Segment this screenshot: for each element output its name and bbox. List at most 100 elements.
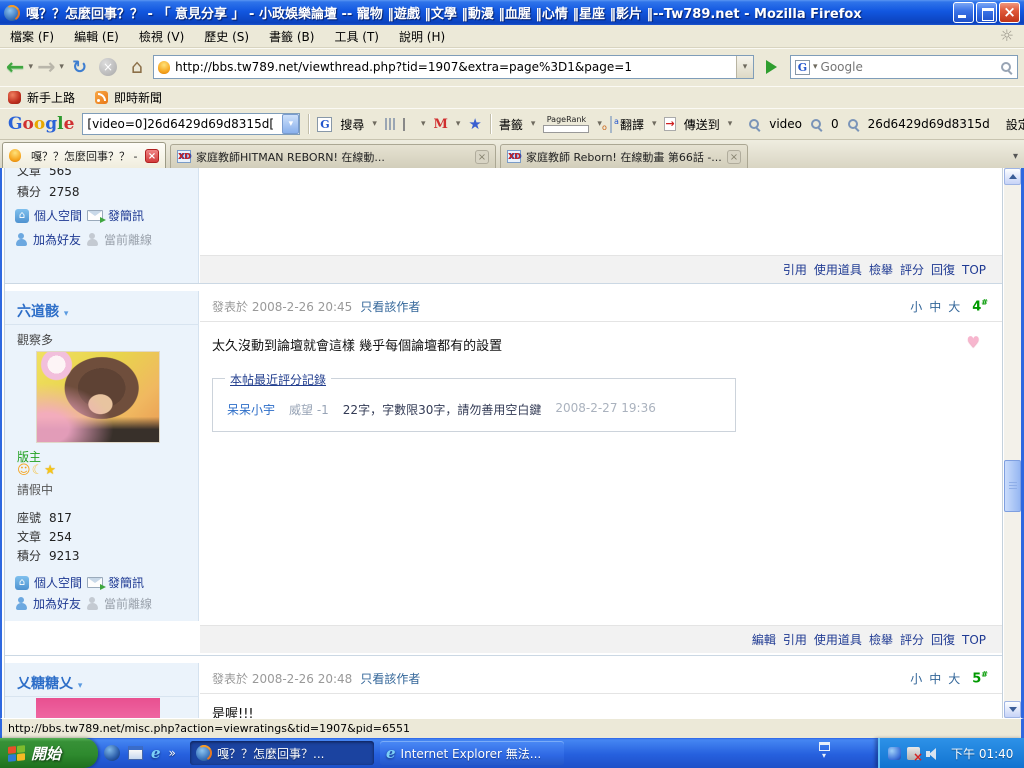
stop-button[interactable] xyxy=(99,58,117,76)
size-medium-link[interactable]: 中 xyxy=(929,298,941,315)
tab-thread[interactable]: 嘎？？怎麼回事？？ - 「 意見... xyxy=(2,142,166,168)
quick-launch-ie-icon[interactable] xyxy=(151,744,161,762)
reply-link[interactable]: 回復 xyxy=(931,631,955,648)
search-input[interactable] xyxy=(821,60,997,74)
menu-edit[interactable]: 編輯 (E) xyxy=(74,28,119,45)
translate-button[interactable]: 翻譯 xyxy=(620,116,644,133)
size-small-link[interactable]: 小 xyxy=(910,670,922,687)
start-button[interactable]: 開始 xyxy=(0,738,98,768)
gmail-icon[interactable] xyxy=(433,117,447,132)
disconnected-tray-icon[interactable] xyxy=(907,747,920,760)
only-author-link[interactable]: 只看該作者 xyxy=(360,670,420,687)
report-link[interactable]: 檢舉 xyxy=(869,261,893,278)
url-input[interactable] xyxy=(175,57,736,77)
reply-link[interactable]: 回復 xyxy=(931,261,955,278)
add-friend-link[interactable]: 加為好友 xyxy=(33,595,81,612)
toolbar-settings-button[interactable]: 設定 xyxy=(1006,116,1024,133)
top-link[interactable]: TOP xyxy=(962,633,986,647)
toolbar-search-button[interactable]: 搜尋 xyxy=(340,116,364,133)
floor-number[interactable]: 5# xyxy=(972,670,988,686)
menu-bookmarks[interactable]: 書籤 (B) xyxy=(269,28,314,45)
rate-heart-icon[interactable] xyxy=(967,333,980,351)
personal-space-link[interactable]: 個人空間 xyxy=(34,574,82,591)
search-icon[interactable] xyxy=(1000,61,1013,74)
rating-user-link[interactable]: 呆呆小宇 xyxy=(227,401,275,418)
apps-dropdown[interactable]: ▾ xyxy=(421,119,426,129)
search-options-dropdown[interactable]: ▾ xyxy=(372,119,377,129)
author-name-link[interactable]: 乂糖糖乂 ▾ xyxy=(17,673,82,693)
bookmark-latest-news[interactable]: 即時新聞 xyxy=(114,89,162,106)
tab-list-dropdown[interactable]: ▾ xyxy=(1013,151,1022,162)
url-dropdown[interactable]: ▾ xyxy=(736,56,753,78)
toolbar-search-input[interactable] xyxy=(83,117,282,131)
tab-close-icon[interactable] xyxy=(145,149,159,163)
personal-space-link[interactable]: 個人空間 xyxy=(34,207,82,224)
send-to-button[interactable]: 傳送到 xyxy=(684,116,720,133)
find-word-hash[interactable]: 26d6429d69d8315d xyxy=(868,117,990,131)
menu-view[interactable]: 檢視 (V) xyxy=(139,28,184,45)
quote-link[interactable]: 引用 xyxy=(783,261,807,278)
photos-icon[interactable] xyxy=(403,118,405,131)
back-button[interactable]: ← xyxy=(6,55,24,80)
messenger-tray-icon[interactable] xyxy=(888,747,901,760)
report-link[interactable]: 檢舉 xyxy=(869,631,893,648)
author-name-link[interactable]: 六道骸 ▾ xyxy=(17,301,68,321)
menu-help[interactable]: 說明 (H) xyxy=(399,28,445,45)
add-friend-link[interactable]: 加為好友 xyxy=(33,231,81,248)
rate-link[interactable]: 評分 xyxy=(900,631,924,648)
toolbar-search-dropdown[interactable] xyxy=(282,114,299,134)
quick-launch-browser-icon[interactable] xyxy=(104,745,120,761)
send-message-link[interactable]: 發簡訊 xyxy=(108,574,144,591)
quote-link[interactable]: 引用 xyxy=(783,631,807,648)
back-history-dropdown[interactable]: ▾ xyxy=(28,62,33,72)
close-button[interactable] xyxy=(999,2,1020,23)
scroll-thumb[interactable] xyxy=(1004,460,1021,512)
vertical-scrollbar[interactable] xyxy=(1004,168,1021,718)
reload-button[interactable]: ↻ xyxy=(72,57,87,78)
gmail-dropdown[interactable]: ▾ xyxy=(456,119,461,129)
split-search-icon[interactable] xyxy=(385,117,395,131)
quick-launch-desktop-icon[interactable] xyxy=(128,746,143,760)
tab-close-icon[interactable] xyxy=(727,150,741,164)
bookmarks-dropdown[interactable]: ▾ xyxy=(531,119,536,129)
use-item-link[interactable]: 使用道具 xyxy=(814,631,862,648)
top-link[interactable]: TOP xyxy=(962,263,986,277)
restore-button[interactable] xyxy=(976,2,997,23)
size-medium-link[interactable]: 中 xyxy=(929,670,941,687)
tab-close-icon[interactable] xyxy=(475,150,489,164)
taskbar-clock[interactable]: 下午 01:40 xyxy=(951,745,1013,762)
floor-number[interactable]: 4# xyxy=(972,298,988,314)
find-word-video[interactable]: video xyxy=(769,117,802,131)
size-large-link[interactable]: 大 xyxy=(948,670,960,687)
go-button[interactable] xyxy=(763,58,781,76)
scroll-up-button[interactable] xyxy=(1004,168,1021,185)
home-button[interactable]: ⌂ xyxy=(131,56,143,78)
tab-reborn-stream-1[interactable]: 家庭教師HITMAN REBORN! 在線動... xyxy=(170,144,496,168)
quick-launch-overflow-icon[interactable]: » xyxy=(169,746,176,760)
highlighter-icon[interactable] xyxy=(738,121,742,126)
taskbar-toolbar-handle[interactable]: ▾ xyxy=(814,742,834,764)
pagerank-widget[interactable]: PageRank xyxy=(543,116,589,133)
task-button-ie[interactable]: Internet Explorer 無法... xyxy=(380,741,564,765)
tab-reborn-stream-2[interactable]: 家庭教師 Reborn! 在線動畫 第66話 -... xyxy=(500,144,748,168)
edit-link[interactable]: 編輯 xyxy=(752,631,776,648)
forward-history-dropdown[interactable]: ▾ xyxy=(59,62,64,72)
task-button-firefox[interactable]: 嘎？？怎麼回事？... xyxy=(190,741,374,765)
toolbar-bookmarks-button[interactable]: 書籤 xyxy=(499,116,523,133)
menu-tools[interactable]: 工具 (T) xyxy=(334,28,379,45)
use-item-link[interactable]: 使用道具 xyxy=(814,261,862,278)
scroll-down-button[interactable] xyxy=(1004,701,1021,718)
translate-dropdown[interactable]: ▾ xyxy=(652,119,657,129)
menu-history[interactable]: 歷史 (S) xyxy=(204,28,249,45)
send-to-dropdown[interactable]: ▾ xyxy=(728,119,733,129)
size-small-link[interactable]: 小 xyxy=(910,298,922,315)
bookmark-getting-started[interactable]: 新手上路 xyxy=(27,89,75,106)
menu-file[interactable]: 檔案 (F) xyxy=(10,28,54,45)
engine-dropdown[interactable]: ▾ xyxy=(813,62,818,72)
volume-tray-icon[interactable] xyxy=(926,747,939,760)
forward-button[interactable]: → xyxy=(37,55,55,80)
google-engine-icon[interactable] xyxy=(795,60,810,75)
rate-link[interactable]: 評分 xyxy=(900,261,924,278)
send-message-link[interactable]: 發簡訊 xyxy=(108,207,144,224)
bookmark-star-icon[interactable] xyxy=(468,115,481,133)
